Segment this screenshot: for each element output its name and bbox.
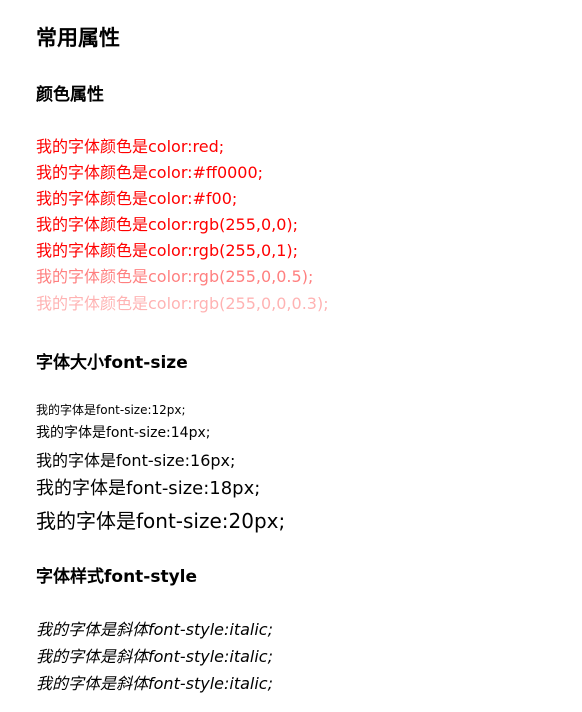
style-section-heading: 字体样式font-style <box>36 567 198 587</box>
color-line: 我的字体颜色是color:rgb(255,0,0,0.3); <box>36 294 329 313</box>
size-line-12px: 我的字体是font-size:12px; <box>36 403 186 417</box>
color-line: 我的字体颜色是color:#ff0000; <box>36 163 264 182</box>
color-line: 我的字体颜色是color:rgb(255,0,0); <box>36 215 299 234</box>
size-line-14px: 我的字体是font-size:14px; <box>36 425 211 441</box>
italic-line: 我的字体是斜体font-style:italic; <box>36 620 273 639</box>
size-line-18px: 我的字体是font-size:18px; <box>36 478 261 499</box>
color-line: 我的字体颜色是color:#f00; <box>36 189 238 208</box>
italic-line: 我的字体是斜体font-style:italic; <box>36 674 273 693</box>
page-title: 常用属性 <box>36 26 120 50</box>
color-line: 我的字体颜色是color:rgb(255,0,0.5); <box>36 267 314 286</box>
size-line-20px: 我的字体是font-size:20px; <box>36 509 286 533</box>
color-section-heading: 颜色属性 <box>36 85 104 105</box>
color-line: 我的字体颜色是color:red; <box>36 137 225 156</box>
color-line: 我的字体颜色是color:rgb(255,0,1); <box>36 241 299 260</box>
italic-line: 我的字体是斜体font-style:italic; <box>36 647 273 666</box>
size-line-16px: 我的字体是font-size:16px; <box>36 451 236 470</box>
size-section-heading: 字体大小font-size <box>36 353 188 373</box>
